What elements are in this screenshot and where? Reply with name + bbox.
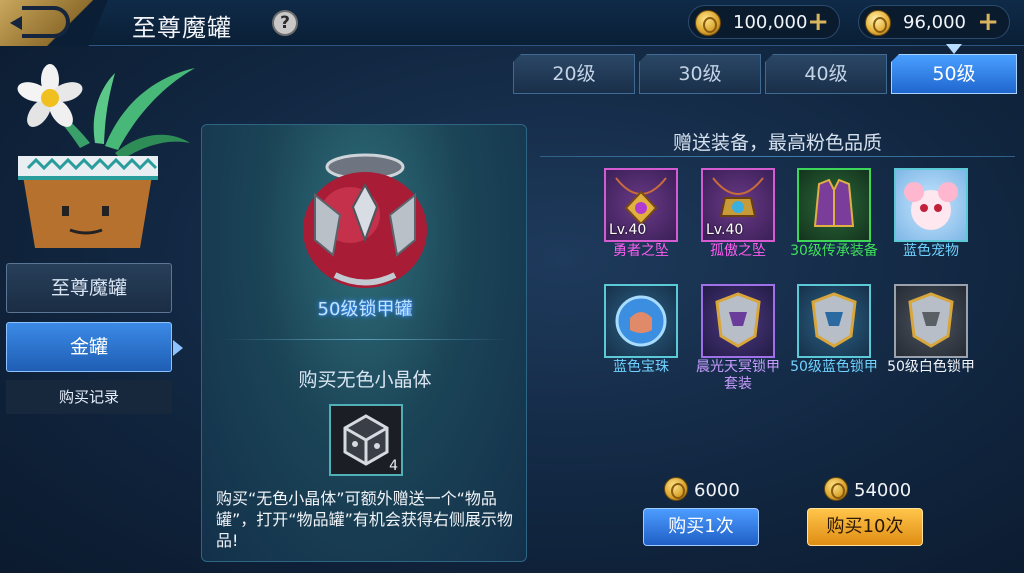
reward-item[interactable]: 50级蓝色锁甲 <box>789 284 879 376</box>
reward-item[interactable]: 蓝色宝珠 <box>596 284 686 376</box>
armor-icon <box>715 292 761 348</box>
reward-item[interactable]: 蓝色宠物 <box>886 168 976 260</box>
pet-icon <box>904 182 958 230</box>
reward-item[interactable]: 30级传承装备 <box>789 168 879 260</box>
item-name: 50级蓝色锁甲 <box>790 359 878 375</box>
buy-ten-button[interactable]: 购买10次 <box>807 508 923 546</box>
top-bar: 至尊魔罐 ? 100,000 + 96,000 + <box>0 0 1024 46</box>
gold-coin-icon <box>824 477 848 501</box>
buy-once-button[interactable]: 购买1次 <box>643 508 759 546</box>
diamond-value: 96,000 <box>903 12 966 33</box>
diamond-balance: 96,000 + <box>858 5 1010 39</box>
flower-pot-mascot-image <box>17 64 195 248</box>
jar-detail-panel: 50级锁甲罐 购买无色小晶体 4 购买“无色小晶体”可额外赠送一个“物品罐”，打… <box>201 124 527 562</box>
gold-coin-icon <box>664 477 688 501</box>
price-ten-value: 54000 <box>854 480 912 501</box>
item-name: 蓝色宠物 <box>903 243 959 259</box>
item-name: 蓝色宝珠 <box>613 359 669 375</box>
page-title: 至尊魔罐 <box>132 14 232 42</box>
reward-item[interactable]: Lv.40 勇者之坠 <box>596 168 686 260</box>
red-jar-image <box>303 153 427 288</box>
item-name: 晨光天冥锁甲套装 <box>696 359 780 392</box>
tab-level-30[interactable]: 30级 <box>639 54 761 94</box>
sidebar-tab-supreme-jar[interactable]: 至尊魔罐 <box>6 263 172 313</box>
sidebar-tab-gold-jar[interactable]: 金罐 <box>6 322 183 372</box>
add-gold-button[interactable]: + <box>807 7 829 37</box>
gold-value: 100,000 <box>733 12 808 33</box>
back-arrow-icon <box>10 6 70 38</box>
crystal-count: 4 <box>389 458 398 474</box>
add-diamond-button[interactable]: + <box>977 7 999 37</box>
reward-item[interactable]: Lv.40 孤傲之坠 <box>693 168 783 260</box>
price-one: 6000 <box>664 472 740 501</box>
back-button[interactable] <box>0 0 108 46</box>
item-name: 勇者之坠 <box>613 243 669 259</box>
jar-description: 购买“无色小晶体”可额外赠送一个“物品罐”，打开“物品罐”有机会获得右侧展示物品… <box>216 489 513 550</box>
rewards-divider <box>540 156 1015 157</box>
help-button[interactable]: ? <box>272 10 298 36</box>
rewards-title: 赠送装备，最高粉色品质 <box>672 132 882 154</box>
tab-level-40[interactable]: 40级 <box>765 54 887 94</box>
diamond-coin-icon <box>865 10 891 36</box>
tab-level-50[interactable]: 50级 <box>891 54 1017 94</box>
reward-item[interactable]: 50级白色锁甲 <box>886 284 976 376</box>
tab-level-20[interactable]: 20级 <box>513 54 635 94</box>
item-name: 30级传承装备 <box>790 243 878 259</box>
item-level: Lv.40 <box>609 222 647 238</box>
armor-icon <box>811 292 857 348</box>
buy-item-title: 购买无色小晶体 <box>298 369 432 391</box>
purchase-history-link[interactable]: 购买记录 <box>6 380 172 414</box>
divider <box>222 339 508 340</box>
item-level: Lv.40 <box>706 222 744 238</box>
armor-icon <box>908 292 954 348</box>
item-name: 50级白色锁甲 <box>887 359 975 375</box>
colorless-crystal-item[interactable]: 4 <box>329 404 403 476</box>
price-one-value: 6000 <box>694 480 740 501</box>
orb-icon <box>615 295 667 347</box>
gold-coin-icon <box>695 10 721 36</box>
reward-item[interactable]: 晨光天冥锁甲套装 <box>693 284 783 393</box>
gold-balance: 100,000 + <box>688 5 840 39</box>
active-tab-caret-icon <box>946 44 962 54</box>
jar-name: 50级锁甲罐 <box>317 299 413 320</box>
vest-icon <box>813 178 855 227</box>
item-name: 孤傲之坠 <box>710 243 766 259</box>
price-ten: 54000 <box>824 472 911 501</box>
